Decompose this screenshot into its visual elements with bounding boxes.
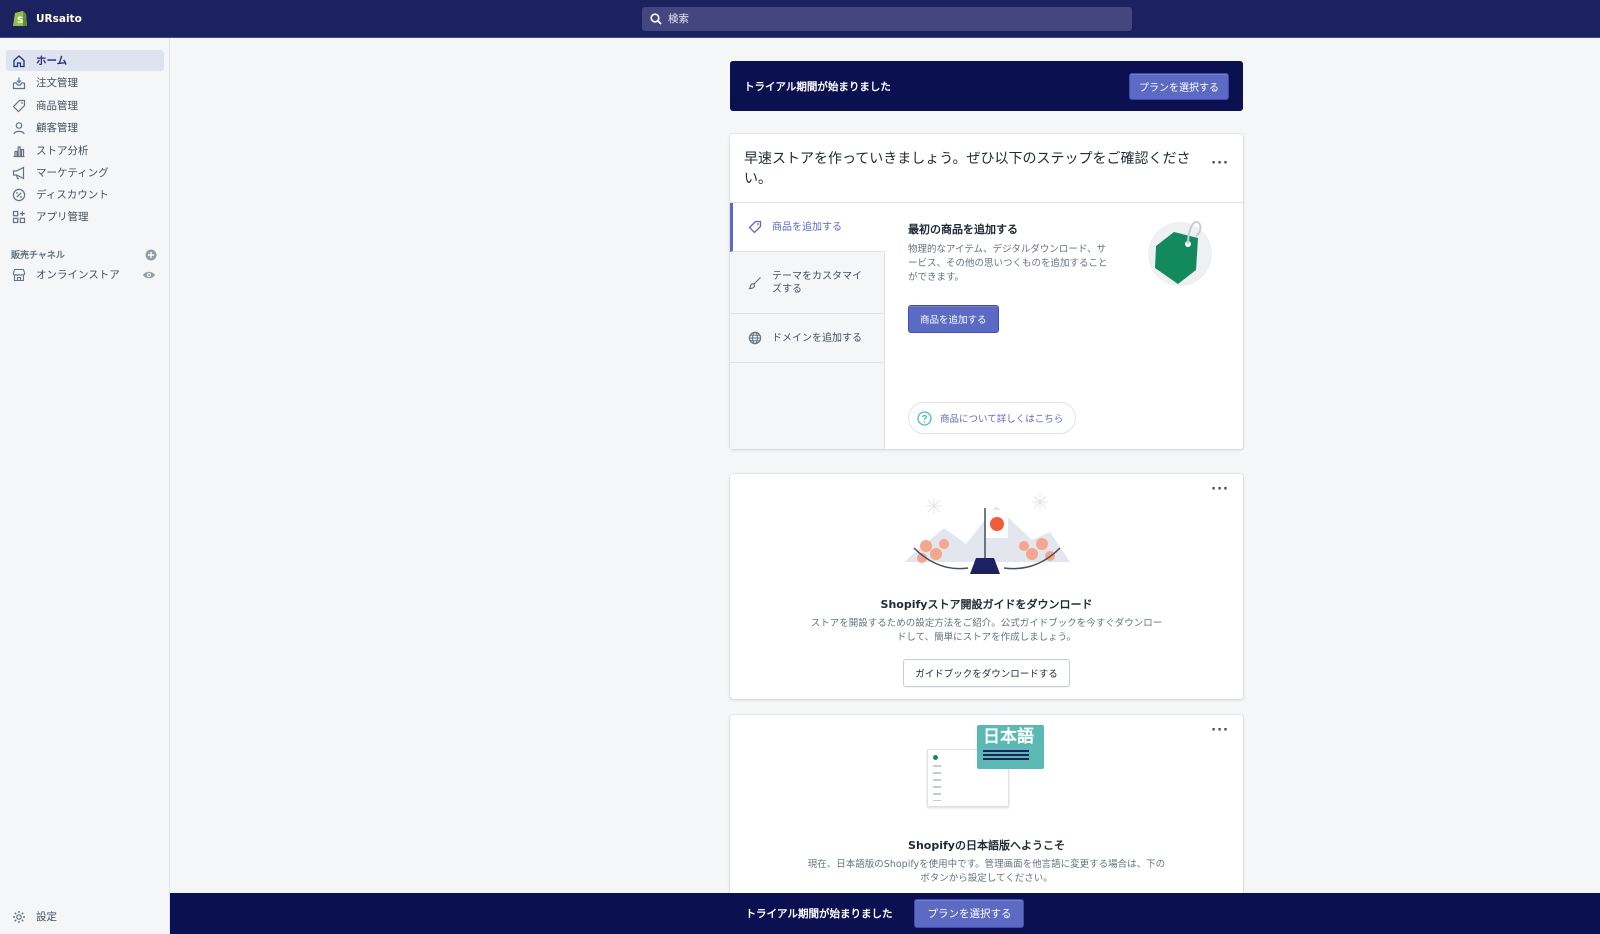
step-detail-title: 最初の商品を追加する xyxy=(908,223,1018,236)
step-add-domain[interactable]: ドメインを追加する xyxy=(730,314,885,363)
step-customize-theme[interactable]: テーマをカスタマイズする xyxy=(730,252,885,314)
guidebook-title: Shopifyストア開設ガイドをダウンロード xyxy=(880,598,1093,611)
japanese-illustration: 日本語 xyxy=(927,725,1047,807)
step-label: ドメインを追加する xyxy=(772,332,862,344)
learn-more-products-link[interactable]: 商品について詳しくはこちら xyxy=(908,402,1077,434)
trial-banner: トライアル期間が始まりました プランを選択する xyxy=(730,61,1243,111)
japanese-version-card: ··· 日本語 Shopifyの日本語版へようこそ 現在、日本語版のShopif… xyxy=(730,715,1243,895)
top-bar: S URsaito xyxy=(0,0,1600,38)
discount-icon xyxy=(12,188,26,201)
megaphone-icon xyxy=(12,166,25,179)
search-bar[interactable] xyxy=(642,7,1132,31)
sidebar-item-analytics[interactable]: ストア分析 xyxy=(6,140,164,161)
step-detail-text: 物理的なアイテム、デジタルダウンロード、サービス、その他の思いつくものを追加する… xyxy=(908,244,1108,283)
sidebar-item-label: 商品管理 xyxy=(36,100,78,112)
tag-icon xyxy=(748,220,762,234)
brush-icon xyxy=(748,276,761,289)
apps-icon xyxy=(12,210,26,223)
learn-more-label: 商品について詳しくはこちら xyxy=(940,414,1064,425)
sales-channels-heading: 販売チャネル xyxy=(11,251,65,261)
orders-icon xyxy=(12,77,26,89)
sidebar-item-marketing[interactable]: マーケティング xyxy=(6,162,164,183)
person-icon xyxy=(13,121,25,134)
sidebar-item-discounts[interactable]: ディスカウント xyxy=(6,184,164,205)
choose-plan-bottom-button[interactable]: プランを選択する xyxy=(914,899,1025,928)
add-channel-icon[interactable] xyxy=(145,249,157,261)
more-actions-icon[interactable]: ··· xyxy=(1211,723,1229,738)
sidebar-item-home[interactable]: ホーム xyxy=(6,50,164,71)
sidebar-item-label: ホーム xyxy=(36,55,68,67)
sidebar-item-label: マーケティング xyxy=(36,167,109,179)
product-tag-illustration xyxy=(1148,220,1212,286)
search-input[interactable] xyxy=(668,13,1132,25)
step-detail: 最初の商品を追加する 物理的なアイテム、デジタルダウンロード、サービス、その他の… xyxy=(908,221,1113,333)
japanese-illustration-label: 日本語 xyxy=(983,727,1034,747)
trial-bottom-text: トライアル期間が始まりました xyxy=(745,908,893,920)
sidebar-item-orders[interactable]: 注文管理 xyxy=(6,72,164,93)
setup-steps: 商品を追加する テーマをカスタマイズする ドメインを追加する xyxy=(730,203,885,449)
sidebar: ホーム 注文管理 商品管理 顧客管理 ストア分析 マーケティング ディスカウント… xyxy=(0,38,170,934)
guidebook-text: ストアを開設するための設定方法をご紹介。公式ガイドブックを今すぐダウンロードして… xyxy=(810,618,1163,643)
guidebook-card: ··· Shopifyストア開設ガイドをダウンロード ストアを開設するための設定… xyxy=(730,474,1243,699)
help-circle-icon xyxy=(917,410,932,426)
japanese-text: 現在、日本語版のShopifyを使用中です。管理画面を他言語に変更する場合は、下… xyxy=(807,859,1166,884)
step-label: テーマをカスタマイズする xyxy=(772,270,862,295)
sales-channels-header: 販売チャネル xyxy=(11,248,157,261)
japanese-title: Shopifyの日本語版へようこそ xyxy=(908,839,1065,852)
sidebar-item-label: 顧客管理 xyxy=(36,122,78,134)
sidebar-item-customers[interactable]: 顧客管理 xyxy=(6,117,164,138)
choose-plan-button[interactable]: プランを選択する xyxy=(1129,72,1229,100)
guidebook-illustration xyxy=(904,494,1070,574)
step-label: 商品を追加する xyxy=(772,221,842,233)
store-icon xyxy=(12,268,26,281)
setup-guide-title: 早速ストアを作っていきましょう。ぜひ以下のステップをご確認ください。 xyxy=(744,151,1191,187)
settings-label: 設定 xyxy=(36,911,57,923)
store-brand[interactable]: S URsaito xyxy=(12,9,82,28)
sidebar-item-apps[interactable]: アプリ管理 xyxy=(6,206,164,227)
shopify-logo-icon: S xyxy=(13,11,27,26)
search-icon xyxy=(650,13,662,25)
setup-guide-card: 早速ストアを作っていきましょう。ぜひ以下のステップをご確認ください。 ··· 商… xyxy=(730,134,1243,449)
trial-banner-text: トライアル期間が始まりました xyxy=(744,80,891,93)
more-actions-icon[interactable]: ··· xyxy=(1211,156,1229,171)
sidebar-item-products[interactable]: 商品管理 xyxy=(6,95,164,116)
globe-icon xyxy=(748,331,762,345)
store-name: URsaito xyxy=(36,12,82,25)
more-actions-icon[interactable]: ··· xyxy=(1211,482,1229,497)
sidebar-item-label: オンラインストア xyxy=(36,269,120,281)
sidebar-item-label: アプリ管理 xyxy=(36,211,89,223)
gear-icon xyxy=(13,910,25,923)
step-add-product[interactable]: 商品を追加する xyxy=(730,203,885,252)
tag-icon xyxy=(12,99,26,112)
sidebar-item-label: ストア分析 xyxy=(36,145,89,157)
download-guidebook-button[interactable]: ガイドブックをダウンロードする xyxy=(903,659,1070,687)
eye-icon[interactable] xyxy=(142,268,156,282)
sidebar-item-settings[interactable]: 設定 xyxy=(12,909,57,924)
trial-bottom-bar: トライアル期間が始まりました プランを選択する xyxy=(170,893,1600,934)
svg-text:S: S xyxy=(17,16,23,26)
home-icon xyxy=(13,54,25,67)
sidebar-item-online-store[interactable]: オンラインストア xyxy=(6,264,164,285)
bar-chart-icon xyxy=(13,145,25,157)
sidebar-item-label: ディスカウント xyxy=(36,189,109,201)
add-product-button[interactable]: 商品を追加する xyxy=(908,305,999,333)
sidebar-item-label: 注文管理 xyxy=(36,77,78,89)
